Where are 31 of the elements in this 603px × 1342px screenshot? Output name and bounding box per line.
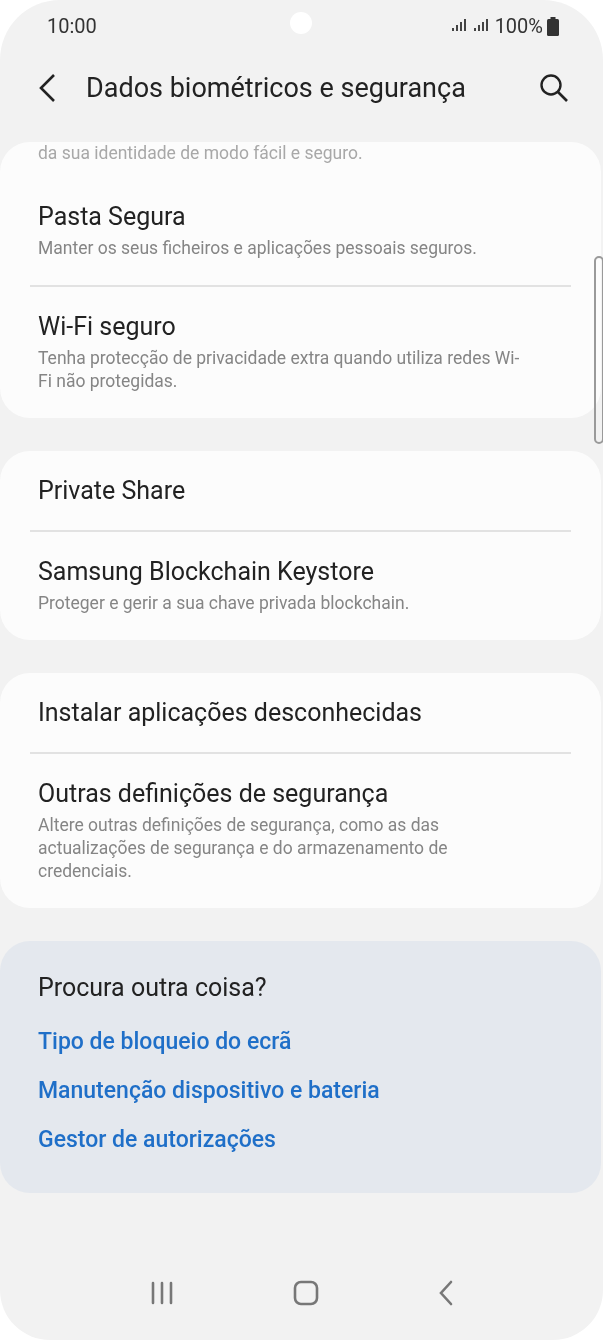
- page-title: Dados biométricos e segurança: [86, 72, 467, 104]
- setting-title: Outras definições de segurança: [38, 779, 390, 808]
- suggestions-title: Procura outra coisa?: [38, 973, 268, 1002]
- setting-description: Tenha protecção de privacidade extra quando utiliza redes Wi-Fi não protegidas.: [38, 347, 521, 393]
- settings-item[interactable]: Outras definições de segurança Altere outras definições de segurança, como as das actualizações de segurança e do armazenamento de credenciais.: [30, 752, 571, 908]
- setting-title: Samsung Blockchain Keystore: [38, 557, 375, 586]
- setting-description: Proteger e gerir a sua chave privada blockchain.: [38, 592, 411, 615]
- suggestion-link[interactable]: Gestor de autorizações: [38, 1126, 563, 1153]
- battery-level: 100%: [494, 14, 543, 38]
- suggestion-link[interactable]: Manutenção dispositivo e bateria: [38, 1077, 563, 1104]
- back-icon[interactable]: [38, 73, 56, 103]
- settings-item[interactable]: Wi-Fi seguro Tenha protecção de privacidade extra quando utiliza redes Wi-Fi não protegidas.: [30, 285, 571, 418]
- recent-apps-icon[interactable]: [149, 1281, 174, 1305]
- battery-icon: [547, 16, 559, 36]
- clock: 10:00: [47, 14, 97, 38]
- settings-item[interactable]: Samsung Blockchain Keystore Proteger e gerir a sua chave privada blockchain.: [30, 530, 571, 640]
- setting-description: da sua identidade de modo fácil e seguro.: [38, 143, 363, 163]
- setting-title: Private Share: [38, 476, 187, 505]
- setting-description: Altere outras definições de segurança, como as das actualizações de segurança e do armazenamento de credenciais.: [38, 814, 449, 883]
- suggestion-link[interactable]: Tipo de bloqueio do ecrã: [38, 1028, 563, 1055]
- setting-title: Instalar aplicações desconhecidas: [38, 698, 424, 727]
- search-icon[interactable]: [539, 73, 569, 103]
- settings-item[interactable]: Pasta Segura Manter os seus ficheiros e aplicações pessoais seguros.: [0, 177, 601, 285]
- signal-icon: [450, 19, 469, 33]
- setting-title: Pasta Segura: [38, 202, 187, 231]
- settings-item[interactable]: Private Share: [0, 451, 601, 530]
- setting-description: Manter os seus ficheiros e aplicações pessoais seguros.: [38, 237, 478, 260]
- setting-title: Wi-Fi seguro: [38, 312, 177, 341]
- signal-icon: [472, 19, 491, 33]
- home-icon[interactable]: [292, 1280, 319, 1306]
- settings-item[interactable]: Instalar aplicações desconhecidas: [0, 673, 601, 752]
